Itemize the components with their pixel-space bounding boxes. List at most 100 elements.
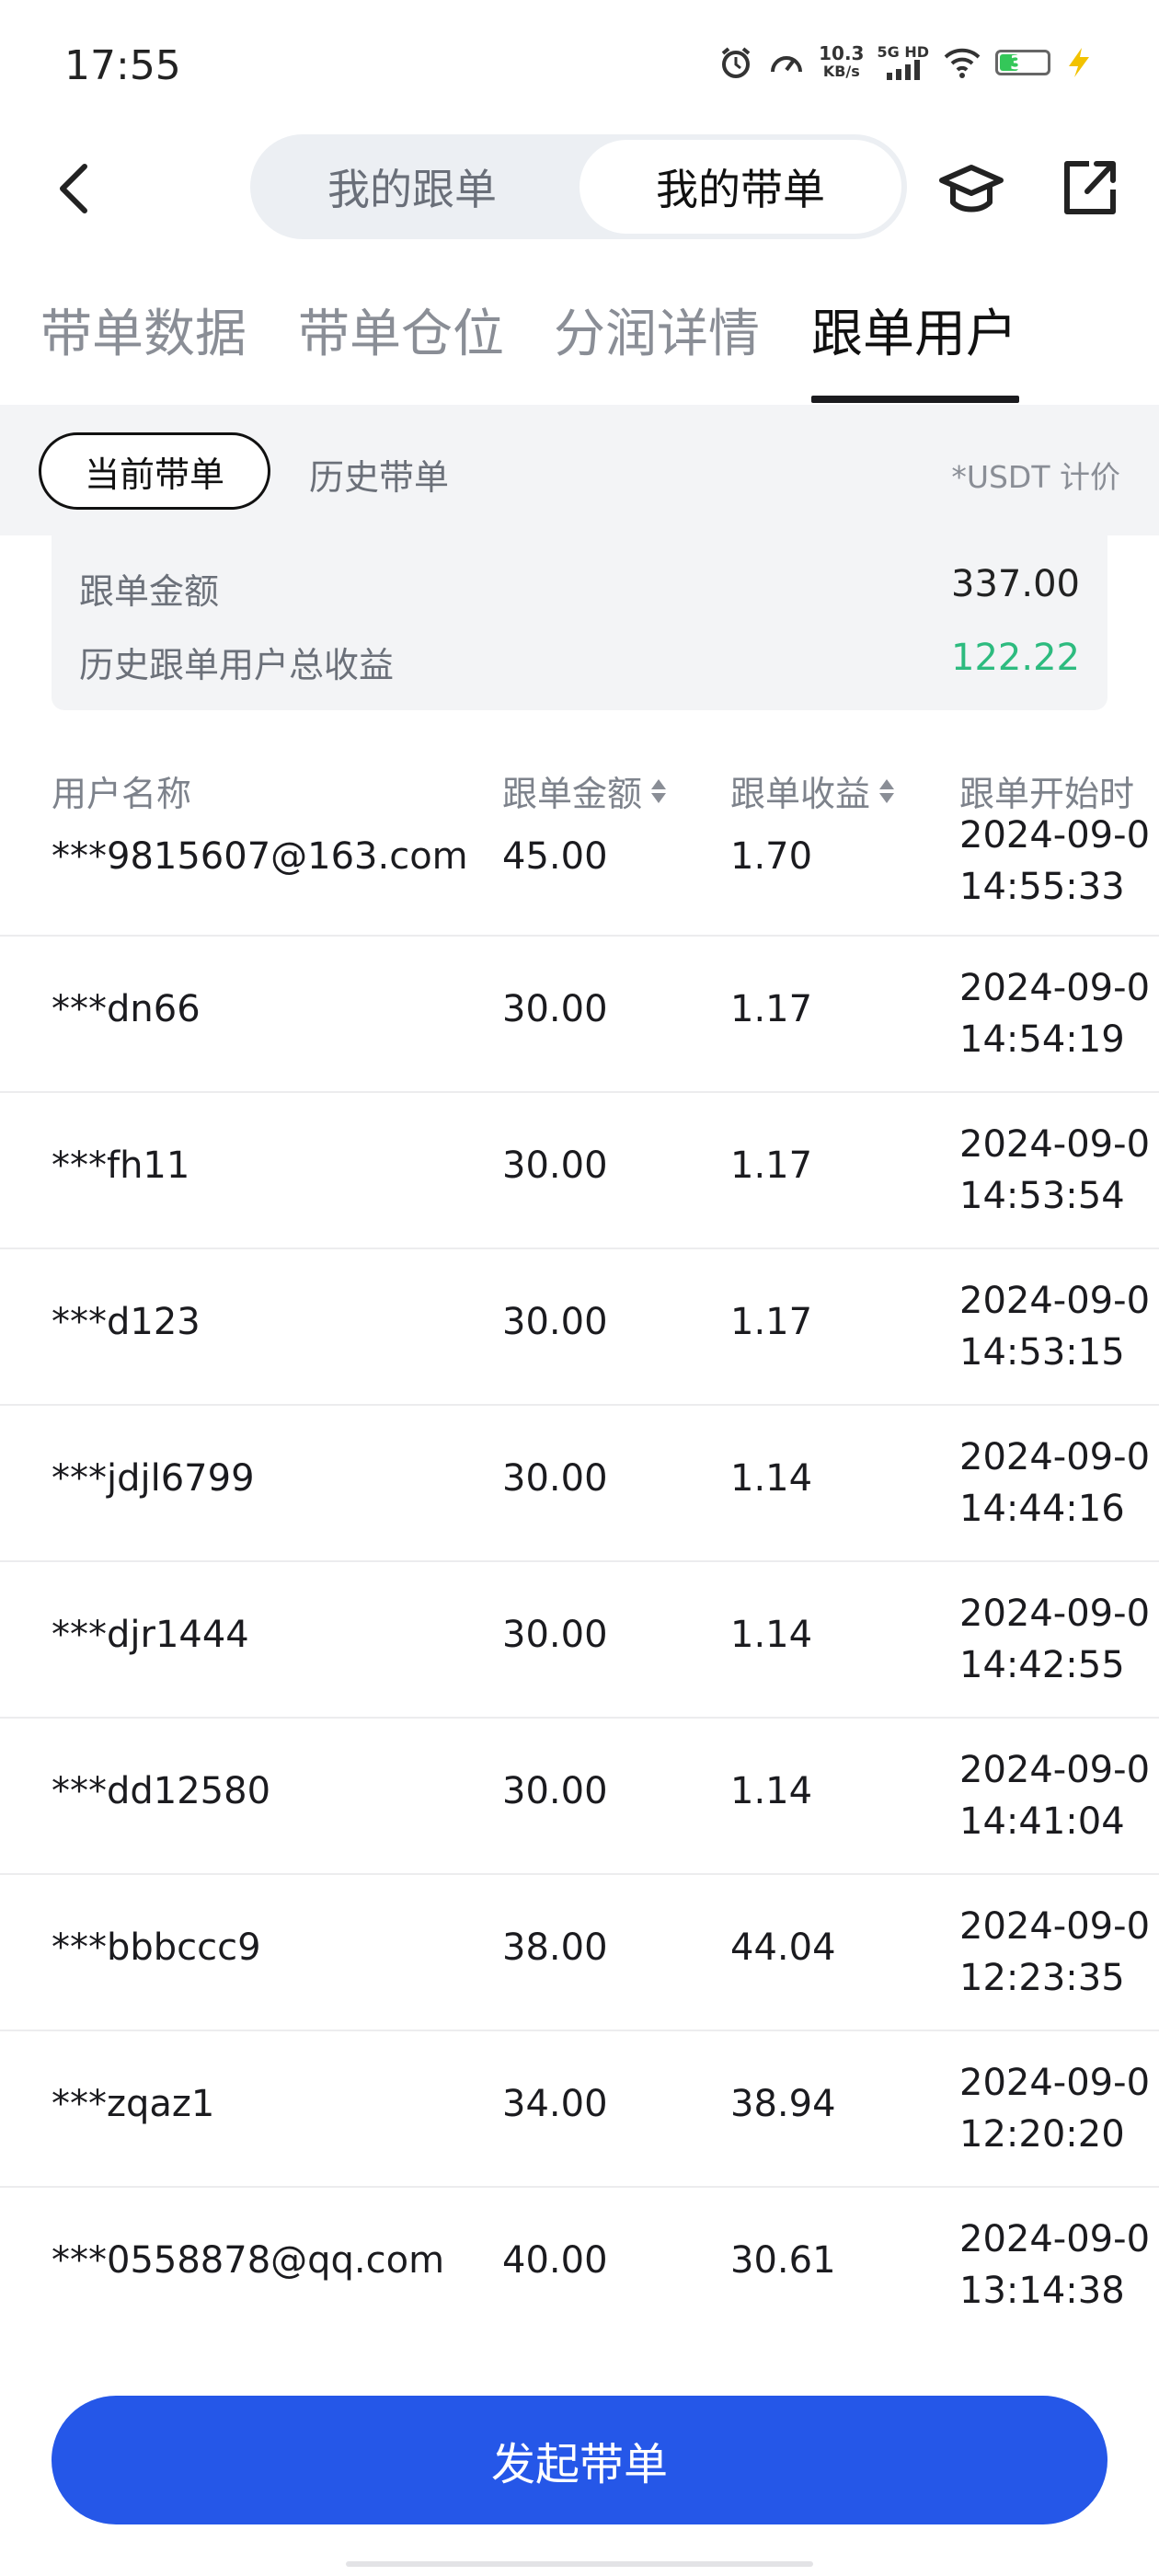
cell-start-time: 2024-09-0 14:53:15 (959, 1275, 1150, 1378)
tab-lead-data[interactable]: 带单数据 (40, 293, 247, 367)
cell-user: ***0558878@qq.com (52, 2239, 445, 2282)
cell-amount: 40.00 (502, 2239, 608, 2282)
cell-start-time: 2024-09-0 13:14:38 (959, 2214, 1150, 2317)
tab-profit-share[interactable]: 分润详情 (554, 293, 760, 367)
cell-profit: 1.17 (730, 1301, 813, 1343)
col-header-amount[interactable]: 跟单金额 (502, 765, 667, 816)
battery-level: 37 (1010, 52, 1036, 74)
cell-profit: 30.61 (730, 2239, 836, 2282)
cell-user: ***jdjl6799 (52, 1457, 255, 1500)
graduation-cap-icon (939, 165, 1004, 213)
follow-amount-label: 跟单金额 (79, 571, 220, 612)
cell-start-time: 2024-09-0 14:54:19 (959, 962, 1150, 1065)
network-speed: 10.3 KB/s (819, 44, 864, 81)
sort-icon (651, 778, 667, 803)
cell-profit: 1.17 (730, 988, 813, 1030)
network-type: 5G HD (877, 43, 929, 61)
table-row[interactable]: ***jdjl6799 30.00 1.14 2024-09-0 14:44:1… (0, 1406, 1159, 1562)
home-indicator[interactable] (346, 2561, 813, 2567)
cell-profit: 38.94 (730, 2083, 836, 2125)
cell-start-date: 2024-09-0 (959, 814, 1151, 857)
col-header-profit[interactable]: 跟单收益 (730, 765, 895, 816)
cell-user: ***9815607@163.com (52, 835, 468, 878)
cell-start-time: 2024-09-0 12:20:20 (959, 2057, 1150, 2160)
tutorial-button[interactable] (936, 155, 1006, 224)
currency-note: *USDT 计价 (951, 459, 1120, 495)
table-row[interactable]: ***d123 30.00 1.17 2024-09-0 14:53:15 (0, 1249, 1159, 1406)
cell-start-clock: 14:54:19 (959, 1018, 1125, 1061)
sort-icon (879, 778, 895, 803)
cell-user: ***djr1444 (52, 1614, 249, 1656)
table-row[interactable]: ***0558878@qq.com 40.00 30.61 2024-09-0 … (0, 2188, 1159, 2342)
cell-start-date: 2024-09-0 (959, 1123, 1151, 1166)
chip-history-lead[interactable]: 历史带单 (309, 449, 449, 500)
tab-follow-users[interactable]: 跟单用户 (811, 293, 1017, 367)
cell-amount: 30.00 (502, 1301, 608, 1343)
cell-profit: 1.14 (730, 1457, 813, 1500)
table-row[interactable]: ***djr1444 30.00 1.14 2024-09-0 14:42:55 (0, 1562, 1159, 1719)
col-header-amount-label: 跟单金额 (502, 774, 643, 814)
cellular: 5G HD (877, 45, 929, 80)
cell-start-time: 2024-09-0 14:53:54 (959, 1119, 1150, 1222)
cell-amount: 30.00 (502, 1144, 608, 1187)
cell-start-clock: 14:41:04 (959, 1800, 1125, 1843)
table-row[interactable]: ***dd12580 30.00 1.14 2024-09-0 14:41:04 (0, 1719, 1159, 1875)
cell-start-clock: 14:44:16 (959, 1488, 1125, 1530)
back-button[interactable] (46, 156, 101, 221)
cell-start-date: 2024-09-0 (959, 1905, 1151, 1948)
network-speed-unit: KB/s (822, 63, 860, 80)
cell-start-time: 2024-09-0 14:41:04 (959, 1744, 1150, 1847)
cell-start-date: 2024-09-0 (959, 1593, 1151, 1635)
col-header-start-time-label: 跟单开始时 (959, 774, 1135, 814)
cell-user: ***d123 (52, 1301, 201, 1343)
cell-start-date: 2024-09-0 (959, 967, 1151, 1009)
table-row[interactable]: ***9815607@163.com 45.00 1.70 2024-09-0 … (0, 810, 1159, 937)
cell-profit: 44.04 (730, 1926, 836, 1969)
cell-user: ***dd12580 (52, 1770, 271, 1812)
signal-icon (886, 60, 920, 80)
cell-start-date: 2024-09-0 (959, 1436, 1151, 1478)
cell-start-time: 2024-09-0 12:23:35 (959, 1901, 1150, 2004)
cell-profit: 1.17 (730, 1144, 813, 1187)
cell-start-clock: 12:20:20 (959, 2113, 1125, 2156)
share-icon (1064, 161, 1116, 214)
cell-profit: 1.14 (730, 1770, 813, 1812)
start-lead-button[interactable]: 发起带单 (52, 2396, 1107, 2524)
segment-my-lead[interactable]: 我的带单 (580, 140, 901, 234)
speedometer-icon (771, 56, 803, 73)
cell-start-time: 2024-09-0 14:55:33 (959, 810, 1150, 913)
total-profit-value: 122.22 (951, 637, 1080, 679)
battery-icon: 37 (995, 50, 1050, 75)
table-row[interactable]: ***bbbccc9 38.00 44.04 2024-09-0 12:23:3… (0, 1875, 1159, 2031)
charging-icon (1069, 48, 1089, 77)
cell-start-clock: 13:14:38 (959, 2270, 1125, 2312)
tab-lead-positions[interactable]: 带单仓位 (298, 293, 504, 367)
share-button[interactable] (1056, 155, 1122, 221)
cell-start-date: 2024-09-0 (959, 1280, 1151, 1322)
segment-my-follow[interactable]: 我的跟单 (256, 140, 568, 234)
cell-start-clock: 14:53:54 (959, 1175, 1125, 1217)
cell-start-date: 2024-09-0 (959, 2218, 1151, 2260)
cell-amount: 30.00 (502, 1770, 608, 1812)
cell-user: ***bbbccc9 (52, 1926, 261, 1969)
cell-amount: 30.00 (502, 1457, 608, 1500)
cell-start-clock: 14:55:33 (959, 866, 1125, 908)
follow-amount-value: 337.00 (951, 563, 1080, 605)
cell-start-clock: 14:53:15 (959, 1331, 1125, 1374)
col-header-start-time: 跟单开始时 (959, 765, 1134, 816)
table-row[interactable]: ***zqaz1 34.00 38.94 2024-09-0 12:20:20 (0, 2031, 1159, 2188)
col-header-user: 用户名称 (52, 765, 191, 816)
table-row[interactable]: ***fh11 30.00 1.17 2024-09-0 14:53:54 (0, 1093, 1159, 1249)
active-tab-indicator (811, 396, 1019, 403)
back-arrow-icon (60, 164, 87, 213)
wifi-icon (944, 48, 981, 78)
cell-start-clock: 12:23:35 (959, 1957, 1125, 1999)
cell-user: ***dn66 (52, 988, 201, 1030)
col-header-user-label: 用户名称 (52, 774, 192, 814)
table-row[interactable]: ***dn66 30.00 1.17 2024-09-0 14:54:19 (0, 937, 1159, 1093)
network-speed-value: 10.3 (819, 42, 865, 64)
cell-start-time: 2024-09-0 14:42:55 (959, 1588, 1150, 1691)
chip-current-lead[interactable]: 当前带单 (39, 432, 270, 510)
cell-profit: 1.70 (730, 835, 813, 878)
total-profit-label: 历史跟单用户总收益 (79, 645, 395, 685)
